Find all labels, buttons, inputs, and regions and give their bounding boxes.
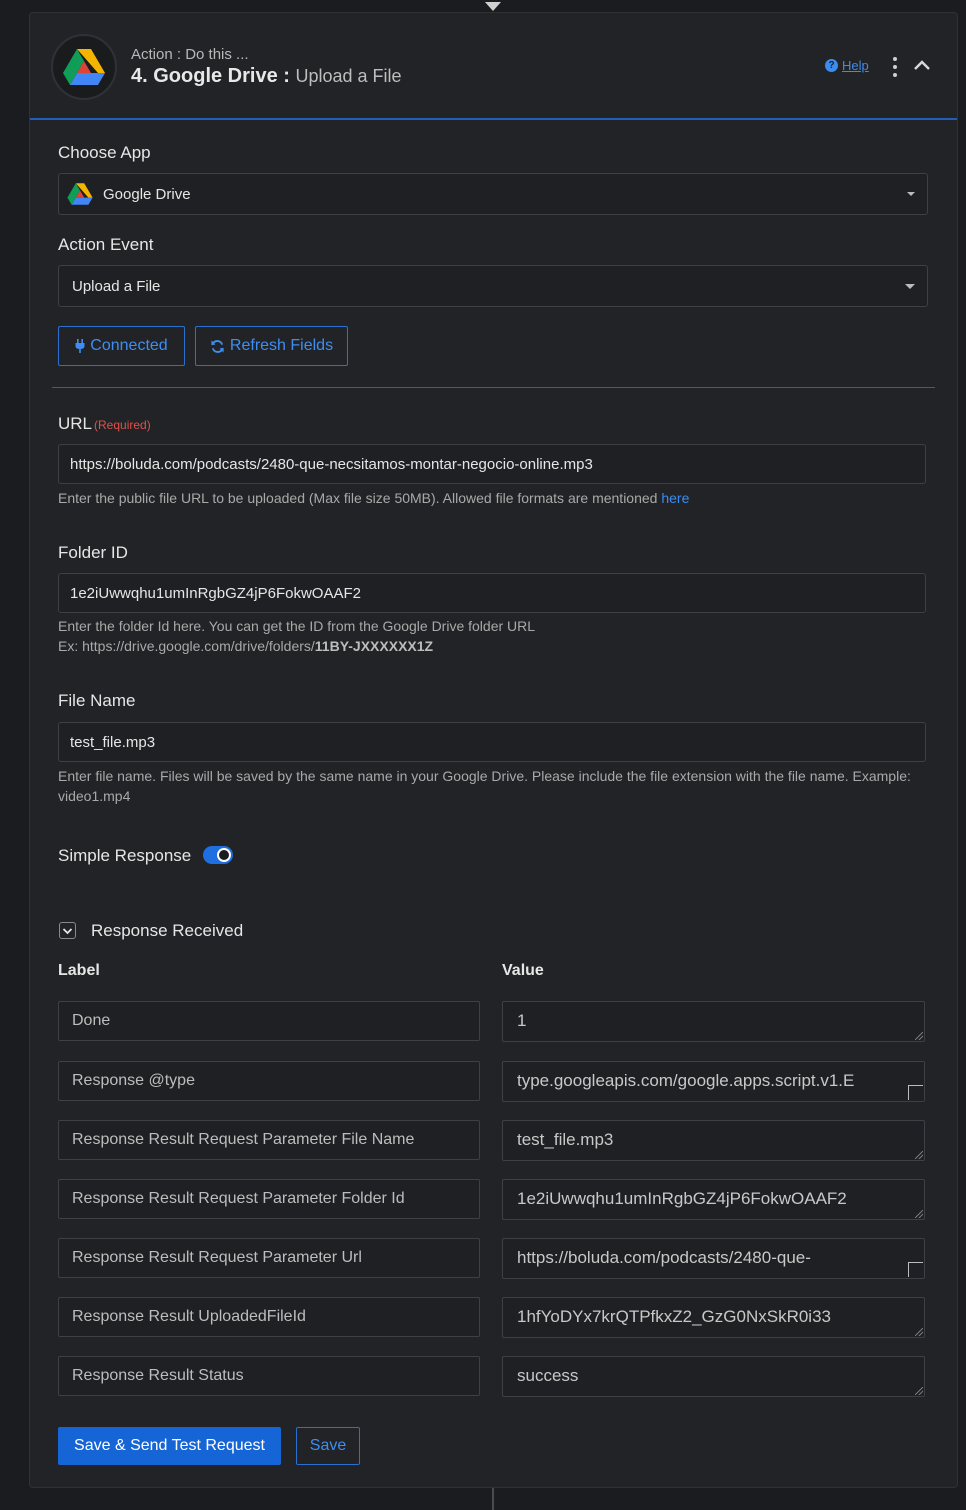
folder-help-prefix: Ex: https://drive.google.com/drive/folde… (58, 638, 315, 654)
response-value-text: success (517, 1366, 579, 1385)
scrollbar-corner[interactable] (906, 1062, 924, 1101)
caret-down-icon (907, 192, 915, 196)
step-title-event: Upload a File (295, 66, 402, 86)
step-header[interactable]: Action : Do this ... 4. Google Drive : U… (30, 13, 957, 120)
choose-app-select[interactable]: Google Drive (58, 173, 928, 215)
url-help-copy: Enter the public file URL to be uploaded… (58, 490, 658, 506)
folder-id-label: Folder ID (58, 543, 128, 562)
response-value-done[interactable]: 1 (502, 1001, 925, 1042)
chevron-up-icon[interactable] (913, 59, 931, 71)
step-subtitle: Action : Do this ... (131, 46, 249, 63)
resize-grip-icon[interactable] (915, 1387, 923, 1395)
file-formats-link[interactable]: here (661, 490, 689, 506)
connected-label: Connected (90, 337, 168, 354)
response-label-url: Response Result Request Parameter Url (58, 1238, 480, 1278)
save-and-send-test-button[interactable]: Save & Send Test Request (58, 1427, 281, 1465)
toggle-knob (217, 848, 231, 862)
google-drive-icon (67, 183, 93, 205)
connector-arrow-icon (485, 2, 501, 11)
url-input[interactable]: https://boluda.com/podcasts/2480-que-nec… (58, 444, 926, 484)
resize-grip-icon[interactable] (915, 1328, 923, 1336)
google-drive-icon (63, 49, 105, 85)
response-value-text: 1hfYoDYx7krQTPfkxZ2_GzG0NxSkR0i33 (517, 1307, 831, 1326)
response-value-status[interactable]: success (502, 1356, 925, 1397)
file-name-input[interactable]: test_file.mp3 (58, 722, 926, 762)
response-label-done: Done (58, 1001, 480, 1041)
help-label: Help (842, 58, 869, 73)
response-label-file-name: Response Result Request Parameter File N… (58, 1120, 480, 1160)
label-column-header: Label (58, 962, 100, 979)
response-value-folder-id[interactable]: 1e2iUwwqhu1umInRgbGZ4jP6FokwOAAF2 (502, 1179, 925, 1220)
simple-response-toggle[interactable] (203, 846, 233, 864)
url-label-text: URL (58, 414, 93, 433)
action-step-card: Action : Do this ... 4. Google Drive : U… (29, 12, 958, 1488)
response-value-text: https://boluda.com/podcasts/2480-que- (517, 1248, 811, 1267)
folder-help-line1: Enter the folder Id here. You can get th… (58, 618, 536, 634)
chevron-down-icon (62, 927, 73, 934)
url-help-text: Enter the public file URL to be uploaded… (58, 488, 928, 508)
response-value-file-name[interactable]: test_file.mp3 (502, 1120, 925, 1161)
action-event-value: Upload a File (72, 277, 161, 295)
plug-icon (75, 339, 85, 353)
action-event-label: Action Event (58, 235, 154, 254)
response-value-url[interactable]: https://boluda.com/podcasts/2480-que- (502, 1238, 925, 1279)
url-label: URL (Required) (58, 414, 151, 434)
required-indicator: (Required) (94, 418, 151, 432)
value-column-header: Value (502, 962, 544, 979)
response-value-text: type.googleapis.com/google.apps.script.v… (517, 1071, 855, 1090)
connector-line (492, 1488, 494, 1510)
google-drive-logo (51, 34, 117, 100)
folder-help-example: 11BY-JXXXXXX1Z (314, 638, 434, 654)
response-label-type: Response @type (58, 1061, 480, 1101)
response-label-status: Response Result Status (58, 1356, 480, 1396)
choose-app-label: Choose App (58, 143, 151, 162)
file-name-help-text: Enter file name. Files will be saved by … (58, 768, 911, 804)
choose-app-value: Google Drive (103, 185, 191, 203)
connected-button[interactable]: Connected (58, 326, 185, 366)
section-divider (52, 387, 935, 388)
action-event-select[interactable]: Upload a File (58, 265, 928, 307)
caret-down-icon (905, 284, 915, 289)
response-value-type[interactable]: type.googleapis.com/google.apps.script.v… (502, 1061, 925, 1102)
folder-id-help-text: Enter the folder Id here. You can get th… (58, 616, 928, 656)
step-title-app: 4. Google Drive : (131, 65, 290, 87)
scrollbar-corner[interactable] (906, 1239, 924, 1278)
response-value-text: test_file.mp3 (517, 1130, 614, 1149)
response-label-folder-id: Response Result Request Parameter Folder… (58, 1179, 480, 1219)
help-link[interactable]: ? Help (825, 58, 869, 73)
resize-grip-icon[interactable] (915, 1032, 923, 1040)
refresh-fields-button[interactable]: Refresh Fields (195, 326, 348, 366)
folder-help-line2: Ex: https://drive.google.com/drive/folde… (58, 636, 928, 656)
simple-response-label: Simple Response (58, 846, 192, 865)
file-name-label: File Name (58, 691, 136, 710)
resize-grip-icon[interactable] (915, 1151, 923, 1159)
response-value-text: 1e2iUwwqhu1umInRgbGZ4jP6FokwOAAF2 (517, 1189, 847, 1208)
response-value-uploaded-file-id[interactable]: 1hfYoDYx7krQTPfkxZ2_GzG0NxSkR0i33 (502, 1297, 925, 1338)
save-button[interactable]: Save (296, 1427, 360, 1465)
resize-grip-icon[interactable] (915, 1210, 923, 1218)
refresh-icon (211, 339, 224, 353)
more-options-icon[interactable] (892, 57, 898, 77)
refresh-fields-label: Refresh Fields (229, 337, 334, 354)
folder-id-input[interactable]: 1e2iUwwqhu1umInRgbGZ4jP6FokwOAAF2 (58, 573, 926, 613)
response-value-text: 1 (517, 1011, 527, 1030)
response-label-uploaded-file-id: Response Result UploadedFileId (58, 1297, 480, 1337)
response-received-label: Response Received (91, 921, 244, 940)
response-received-checkbox[interactable] (59, 922, 76, 939)
step-title: 4. Google Drive : Upload a File (131, 65, 402, 88)
question-circle-icon: ? (825, 59, 838, 72)
